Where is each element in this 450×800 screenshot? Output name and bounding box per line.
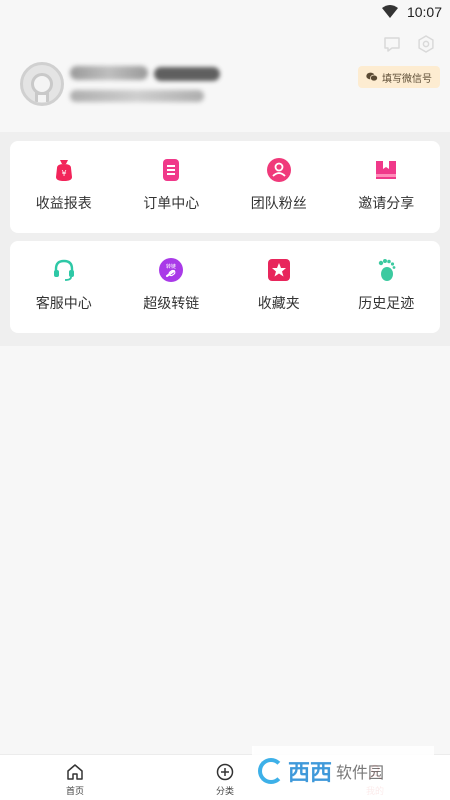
status-time: 10:07 bbox=[406, 4, 442, 20]
menu-item-label: 客服中心 bbox=[35, 296, 92, 312]
menu-item-label: 历史足迹 bbox=[358, 296, 415, 312]
level-badge-blurred bbox=[154, 67, 220, 81]
link-badge-text: 转链 bbox=[166, 263, 176, 270]
footprint-icon bbox=[379, 259, 396, 281]
user-id-blurred bbox=[70, 90, 204, 102]
watermark-logo: 西西 软件园 bbox=[252, 746, 434, 796]
menu-item-order-center[interactable]: 订单中心 bbox=[118, 141, 226, 233]
menu-item-favorites[interactable]: 收藏夹 bbox=[225, 241, 333, 333]
menu-card-secondary: 客服中心 转链 超级转链 收藏夹 历史足迹 bbox=[10, 241, 440, 333]
header-actions bbox=[382, 34, 436, 54]
team-user-icon bbox=[266, 158, 291, 182]
menu-item-label: 订单中心 bbox=[143, 196, 200, 212]
menu-item-history[interactable]: 历史足迹 bbox=[333, 241, 441, 333]
profile-header: 填写微信号 bbox=[0, 56, 450, 126]
wifi-icon bbox=[382, 5, 398, 18]
menu-item-label: 邀请分享 bbox=[358, 196, 415, 212]
svg-text:¥: ¥ bbox=[61, 169, 66, 178]
status-bar: 10:07 bbox=[0, 0, 450, 24]
order-list-icon bbox=[163, 159, 180, 181]
tab-label: 首页 bbox=[65, 787, 84, 797]
watermark-text-secondary: 软件园 bbox=[336, 763, 385, 782]
fill-wechat-button[interactable]: 填写微信号 bbox=[358, 66, 440, 88]
menu-card-primary: ¥ 收益报表 订单中心 团队粉丝 邀请分享 bbox=[10, 141, 440, 233]
menu-item-label: 团队粉丝 bbox=[250, 196, 307, 212]
nickname-blurred bbox=[70, 66, 148, 80]
menu-item-super-link[interactable]: 转链 超级转链 bbox=[118, 241, 226, 333]
menu-item-earnings-report[interactable]: ¥ 收益报表 bbox=[10, 141, 118, 233]
menu-item-label: 收藏夹 bbox=[257, 296, 300, 312]
watermark-text: 西西 bbox=[288, 761, 333, 786]
star-favorite-icon bbox=[267, 259, 290, 281]
default-avatar-icon[interactable] bbox=[20, 62, 64, 106]
menu-item-label: 超级转链 bbox=[143, 296, 200, 312]
menu-item-customer-service[interactable]: 客服中心 bbox=[10, 241, 118, 333]
tab-home[interactable]: 首页 bbox=[0, 755, 150, 800]
menu-item-label: 收益报表 bbox=[35, 196, 92, 212]
settings-icon[interactable] bbox=[416, 34, 436, 54]
home-icon bbox=[67, 764, 83, 780]
message-icon[interactable] bbox=[382, 34, 402, 54]
share-gift-icon bbox=[376, 161, 397, 179]
tab-label: 分类 bbox=[215, 787, 234, 797]
wechat-icon bbox=[366, 72, 378, 82]
menu-item-team-fans[interactable]: 团队粉丝 bbox=[225, 141, 333, 233]
wechat-button-label: 填写微信号 bbox=[382, 73, 432, 85]
headset-icon bbox=[53, 259, 74, 281]
money-bag-icon: ¥ bbox=[55, 160, 72, 181]
menu-item-invite-share[interactable]: 邀请分享 bbox=[333, 141, 441, 233]
watermark-icon bbox=[258, 758, 284, 784]
link-convert-icon: 转链 bbox=[159, 258, 184, 282]
category-plus-icon bbox=[216, 763, 234, 781]
